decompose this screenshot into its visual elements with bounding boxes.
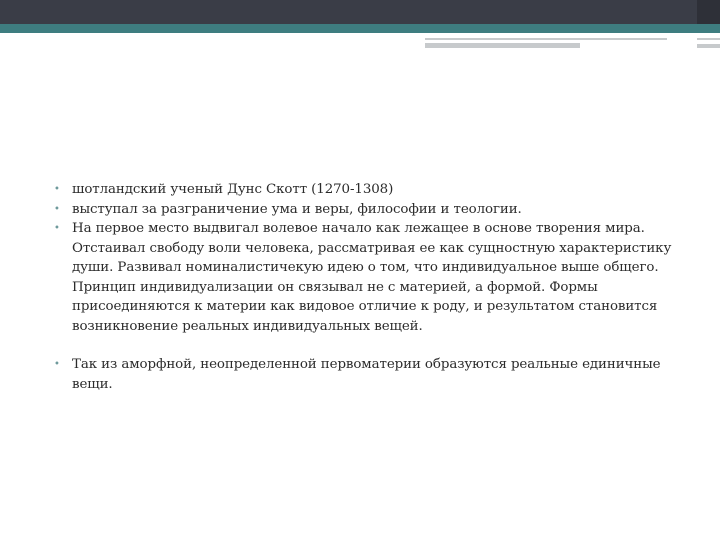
bullet-text-3: На первое место выдвигал волевое начало … (72, 221, 672, 334)
slide-body: • шотландский ученый Дунс Скотт (1270-13… (54, 180, 694, 394)
bullet-item-1: • шотландский ученый Дунс Скотт (1270-13… (54, 180, 694, 200)
top-dark-bar (0, 0, 720, 24)
slide: • шотландский ученый Дунс Скотт (1270-13… (0, 0, 720, 540)
bullet-dot-icon: • (54, 184, 60, 195)
bullet-item-2: • выступал за разграничение ума и веры, … (54, 200, 694, 220)
bullet-dot-icon: • (54, 359, 60, 370)
bullet-item-4: • Так из аморфной, неопределенной первом… (54, 355, 694, 394)
decorative-line-thick (425, 43, 580, 48)
decorative-line-thin (425, 38, 667, 40)
bullet-list: • шотландский ученый Дунс Скотт (1270-13… (54, 180, 694, 394)
decorative-line-right-thin (697, 38, 720, 40)
bullet-text-2: выступал за разграничение ума и веры, фи… (72, 201, 522, 217)
top-dark-bar-right-segment (697, 0, 720, 24)
bullet-text-1: шотландский ученый Дунс Скотт (1270-1308… (72, 182, 394, 197)
decorative-line-right-thick (697, 44, 720, 48)
bullet-dot-icon: • (54, 203, 60, 215)
bullet-dot-icon: • (54, 223, 60, 234)
bullet-text-4: Так из аморфной, неопределенной первомат… (72, 357, 661, 392)
top-accent-bar (0, 24, 720, 33)
bullet-item-3: • На первое место выдвигал волевое начал… (54, 219, 694, 336)
